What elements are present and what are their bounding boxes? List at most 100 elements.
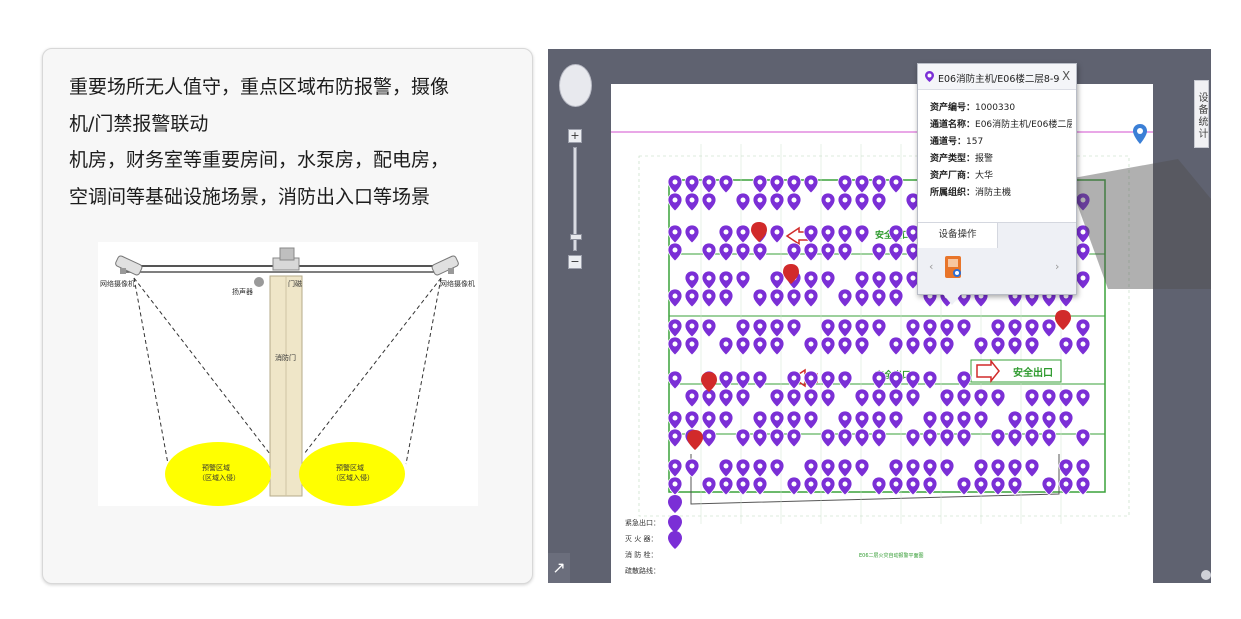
device-marker-dot xyxy=(876,433,882,439)
device-marker-dot xyxy=(706,481,712,487)
device-marker-dot xyxy=(859,197,865,203)
device-marker-dot xyxy=(842,293,848,299)
device-marker-dot xyxy=(706,293,712,299)
device-marker-dot xyxy=(808,229,814,235)
device-marker-dot xyxy=(808,293,814,299)
device-marker-dot xyxy=(927,481,933,487)
device-marker-dot xyxy=(910,393,916,399)
device-marker-dot xyxy=(774,323,780,329)
zone-right-label: 预警区域 xyxy=(336,463,364,472)
description-line-3: 机房，财务室等重要房间，水泵房，配电房， xyxy=(69,149,450,171)
device-marker-dot xyxy=(893,179,899,185)
zoom-in-button[interactable]: + xyxy=(568,129,582,143)
device-marker-dot xyxy=(808,375,814,381)
device-marker-dot xyxy=(876,323,882,329)
device-marker-dot xyxy=(1012,481,1018,487)
device-marker-dot xyxy=(706,323,712,329)
next-arrow-icon[interactable]: › xyxy=(1055,260,1059,273)
device-info-popup: E06消防主机/E06楼二层8-9-E... X 资产编号：1000330 通道… xyxy=(917,63,1077,295)
device-marker-dot xyxy=(672,323,678,329)
device-marker-dot xyxy=(723,481,729,487)
close-icon[interactable]: X xyxy=(1062,69,1074,83)
device-marker-dot xyxy=(1012,463,1018,469)
exit-sign-label: 安全出口 xyxy=(1013,366,1053,379)
device-marker-dot xyxy=(825,247,831,253)
device-marker-dot xyxy=(706,247,712,253)
prev-arrow-icon[interactable]: ‹ xyxy=(929,260,933,273)
camera-left-label: 网络摄像机 xyxy=(100,279,135,288)
device-marker-dot xyxy=(791,415,797,421)
device-marker-dot xyxy=(910,341,916,347)
device-marker-dot xyxy=(859,293,865,299)
device-marker-icon[interactable] xyxy=(668,515,682,533)
device-marker-dot xyxy=(740,229,746,235)
device-marker-dot xyxy=(944,415,950,421)
device-marker-dot xyxy=(893,293,899,299)
device-marker-dot xyxy=(757,179,763,185)
device-marker-dot xyxy=(689,463,695,469)
zoom-slider-thumb[interactable] xyxy=(570,234,582,240)
location-pin-icon[interactable] xyxy=(1133,124,1147,144)
device-marker-dot xyxy=(757,247,763,253)
popup-pointer xyxy=(942,293,962,305)
device-marker-dot xyxy=(757,323,763,329)
device-marker-dot xyxy=(944,341,950,347)
alarm-marker-icon[interactable] xyxy=(701,372,717,392)
alarm-marker-icon[interactable] xyxy=(1055,310,1071,330)
device-marker-dot xyxy=(876,247,882,253)
device-marker-dot xyxy=(723,229,729,235)
alarm-marker-icon[interactable] xyxy=(687,430,703,450)
description-card: 重要场所无人值守，重点区域布防报警，摄像 机/门禁报警联动 机房，财务室等重要房… xyxy=(42,48,533,584)
device-marker-dot xyxy=(910,275,916,281)
description-line-1: 重要场所无人值守，重点区域布防报警，摄像 xyxy=(69,76,450,98)
device-marker-dot xyxy=(995,393,1001,399)
device-marker-dot xyxy=(859,393,865,399)
map-panel[interactable]: 安全出口 安全出口 安全出口 紧急出口： 灭 火 器： 消 防 栓： 疏散路线：… xyxy=(548,49,1211,583)
device-marker-dot xyxy=(723,415,729,421)
field-vendor: 资产厂商：大华 xyxy=(930,171,994,181)
device-marker-dot xyxy=(774,197,780,203)
device-marker-dot xyxy=(825,463,831,469)
device-marker-dot xyxy=(842,179,848,185)
device-marker-dot xyxy=(859,415,865,421)
device-marker-icon[interactable] xyxy=(668,531,682,549)
zoom-slider-track[interactable] xyxy=(570,147,582,251)
device-marker-dot xyxy=(910,481,916,487)
device-marker-dot xyxy=(927,463,933,469)
alarm-host-icon[interactable] xyxy=(943,254,963,280)
device-marker-dot xyxy=(672,341,678,347)
device-marker-dot xyxy=(757,463,763,469)
pan-compass-control[interactable] xyxy=(559,64,592,107)
device-marker-dot xyxy=(927,341,933,347)
device-marker-dot xyxy=(672,463,678,469)
device-marker-dot xyxy=(808,179,814,185)
field-asset-id: 资产编号：1000330 xyxy=(930,103,1016,113)
device-marker-dot xyxy=(774,433,780,439)
device-marker-dot xyxy=(757,293,763,299)
device-marker-dot xyxy=(893,229,899,235)
device-marker-dot xyxy=(689,415,695,421)
device-marker-dot xyxy=(910,323,916,329)
device-stats-tab[interactable]: 设备统计 xyxy=(1194,80,1209,148)
corner-scroll-handle[interactable] xyxy=(1201,570,1211,580)
expand-button[interactable]: ↗ xyxy=(548,553,570,583)
device-marker-dot xyxy=(876,393,882,399)
device-marker-dot xyxy=(740,247,746,253)
device-marker-dot xyxy=(740,463,746,469)
device-marker-dot xyxy=(825,433,831,439)
zone-left-label: 预警区域 xyxy=(202,463,230,472)
legend-emergency-exit: 紧急出口： xyxy=(625,518,660,527)
device-marker-dot xyxy=(893,415,899,421)
device-marker-dot xyxy=(859,323,865,329)
device-marker-dot xyxy=(791,433,797,439)
device-marker-dot xyxy=(876,179,882,185)
zoom-out-button[interactable]: − xyxy=(568,255,582,269)
device-marker-dot xyxy=(910,229,916,235)
device-marker-dot xyxy=(1046,323,1052,329)
device-marker-dot xyxy=(825,323,831,329)
device-marker-icon[interactable] xyxy=(668,495,682,513)
tab-device-operation[interactable]: 设备操作 xyxy=(918,223,998,249)
device-marker-dot xyxy=(1080,323,1086,329)
device-marker-dot xyxy=(978,341,984,347)
alarm-marker-icon[interactable] xyxy=(751,222,767,242)
